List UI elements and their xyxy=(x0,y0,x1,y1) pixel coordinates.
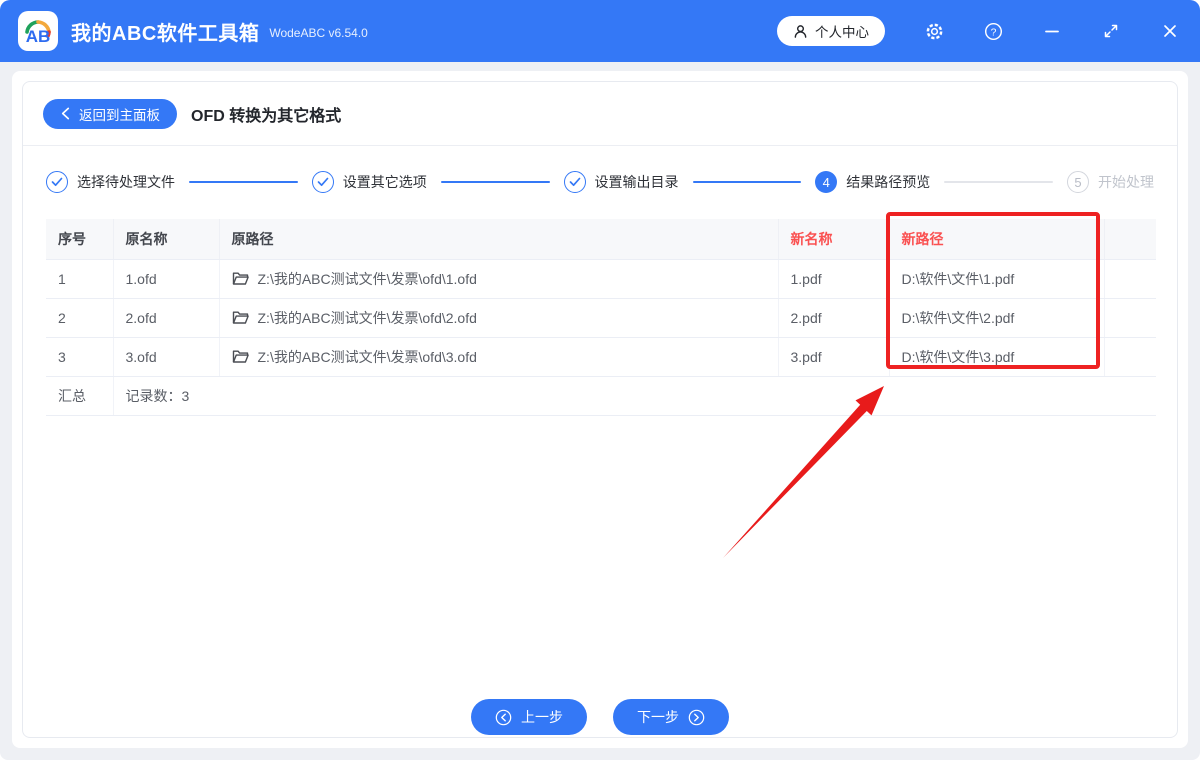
page-title: OFD 转换为其它格式 xyxy=(191,107,342,125)
old-path-text: Z:\我的ABC测试文件\发票\ofd\1.ofd xyxy=(257,270,477,287)
cell-old-name: 3.ofd xyxy=(113,337,220,377)
col-header-old-path: 原路径 xyxy=(219,219,779,260)
step-other-options: 设置其它选项 xyxy=(311,171,427,193)
step-output-dir: 设置输出目录 xyxy=(563,171,679,193)
app-logo-icon: AB xyxy=(18,11,58,51)
cell-index: 3 xyxy=(46,337,114,377)
cell-old-path: Z:\我的ABC测试文件\发票\ofd\2.ofd xyxy=(219,298,779,338)
back-button-label: 返回到主面板 xyxy=(79,107,160,123)
table-row: 1 1.ofd Z:\我的ABC测试文件\发票\ofd\1.ofd 1.pdf … xyxy=(46,259,1156,299)
app-title: 我的ABC软件工具箱 xyxy=(71,22,260,45)
summary-record-count: 记录数：3 xyxy=(113,376,1156,416)
svg-text:?: ? xyxy=(990,27,996,38)
app-window: AB 我的ABC软件工具箱 WodeABC v6.54.0 个人中心 ? 返回到… xyxy=(0,0,1200,760)
previous-step-button[interactable]: 上一步 xyxy=(471,699,587,735)
wizard-steps: 选择待处理文件 设置其它选项 设置输出目录 4 结果路径预览 5 开始处理 xyxy=(23,146,1177,193)
cell-filler xyxy=(1104,259,1156,299)
result-preview-table: 序号 原名称 原路径 新名称 新路径 1 1.ofd Z:\我的ABC测试文件\… xyxy=(46,219,1156,416)
open-folder-icon xyxy=(232,311,249,324)
cell-index: 2 xyxy=(46,298,114,338)
cell-old-path: Z:\我的ABC测试文件\发票\ofd\3.ofd xyxy=(219,337,779,377)
svg-text:AB: AB xyxy=(26,27,51,46)
next-step-button[interactable]: 下一步 xyxy=(613,699,729,735)
step-label: 结果路径预览 xyxy=(846,174,931,190)
step-label: 选择待处理文件 xyxy=(77,174,175,190)
table-row: 3 3.ofd Z:\我的ABC测试文件\发票\ofd\3.ofd 3.pdf … xyxy=(46,337,1156,377)
cell-new-path: D:\软件\文件\3.pdf xyxy=(889,337,1105,377)
cell-filler xyxy=(1104,298,1156,338)
step-connector xyxy=(189,181,298,183)
titlebar: AB 我的ABC软件工具箱 WodeABC v6.54.0 个人中心 ? xyxy=(0,0,1200,62)
cell-old-name: 2.ofd xyxy=(113,298,220,338)
circle-chevron-right-icon xyxy=(688,709,705,725)
step-check-icon xyxy=(46,171,68,193)
circle-chevron-left-icon xyxy=(495,709,512,725)
profile-label: 个人中心 xyxy=(815,25,869,40)
col-header-filler xyxy=(1104,219,1156,260)
summary-row: 汇总 记录数：3 xyxy=(46,376,1156,416)
panel-header: 返回到主面板 OFD 转换为其它格式 xyxy=(23,82,1177,146)
table-row: 2 2.ofd Z:\我的ABC测试文件\发票\ofd\2.ofd 2.pdf … xyxy=(46,298,1156,338)
minimize-button[interactable] xyxy=(1042,21,1062,41)
previous-step-label: 上一步 xyxy=(521,709,563,725)
person-icon xyxy=(794,24,807,38)
chevron-left-icon xyxy=(61,107,70,120)
content-panel: 返回到主面板 OFD 转换为其它格式 选择待处理文件 设置其它选项 设置输出目录… xyxy=(22,81,1178,738)
maximize-button[interactable] xyxy=(1101,21,1121,41)
next-step-label: 下一步 xyxy=(637,709,679,725)
settings-gear-icon[interactable] xyxy=(924,21,944,41)
step-check-icon xyxy=(563,171,586,193)
col-header-new-name: 新名称 xyxy=(778,219,890,260)
cell-new-name: 1.pdf xyxy=(778,259,890,299)
step-label: 设置输出目录 xyxy=(594,174,679,190)
cell-new-path: D:\软件\文件\1.pdf xyxy=(889,259,1105,299)
cell-old-path: Z:\我的ABC测试文件\发票\ofd\1.ofd xyxy=(219,259,779,299)
open-folder-icon xyxy=(232,272,249,285)
step-label: 设置其它选项 xyxy=(342,174,427,190)
profile-button[interactable]: 个人中心 xyxy=(777,16,885,46)
cell-new-name: 2.pdf xyxy=(778,298,890,338)
col-header-index: 序号 xyxy=(46,219,114,260)
step-select-files: 选择待处理文件 xyxy=(46,171,175,193)
cell-index: 1 xyxy=(46,259,114,299)
step-connector xyxy=(440,181,550,183)
step-start-processing: 5 开始处理 xyxy=(1067,171,1154,193)
cell-filler xyxy=(1104,337,1156,377)
open-folder-icon xyxy=(232,350,249,363)
cell-new-path: D:\软件\文件\2.pdf xyxy=(889,298,1105,338)
step-result-preview: 4 结果路径预览 xyxy=(815,171,930,193)
step-number: 4 xyxy=(815,171,838,193)
step-connector xyxy=(944,181,1053,183)
cell-new-name: 3.pdf xyxy=(778,337,890,377)
help-icon[interactable]: ? xyxy=(983,21,1003,41)
step-number: 5 xyxy=(1067,171,1089,193)
old-path-text: Z:\我的ABC测试文件\发票\ofd\3.ofd xyxy=(257,348,477,365)
col-header-new-path: 新路径 xyxy=(889,219,1105,260)
step-label: 开始处理 xyxy=(1098,174,1154,190)
app-version: WodeABC v6.54.0 xyxy=(269,26,368,40)
panel-footer: 上一步 下一步 xyxy=(23,699,1177,737)
page-body: 返回到主面板 OFD 转换为其它格式 选择待处理文件 设置其它选项 设置输出目录… xyxy=(0,62,1200,760)
step-check-icon xyxy=(311,171,334,193)
col-header-old-name: 原名称 xyxy=(113,219,220,260)
content-card: 返回到主面板 OFD 转换为其它格式 选择待处理文件 设置其它选项 设置输出目录… xyxy=(12,71,1188,748)
close-button[interactable] xyxy=(1160,21,1180,41)
cell-old-name: 1.ofd xyxy=(113,259,220,299)
summary-label: 汇总 xyxy=(46,376,114,416)
step-connector xyxy=(692,181,802,183)
table-header-row: 序号 原名称 原路径 新名称 新路径 xyxy=(46,219,1156,260)
back-to-dashboard-button[interactable]: 返回到主面板 xyxy=(43,98,177,129)
old-path-text: Z:\我的ABC测试文件\发票\ofd\2.ofd xyxy=(257,309,477,326)
